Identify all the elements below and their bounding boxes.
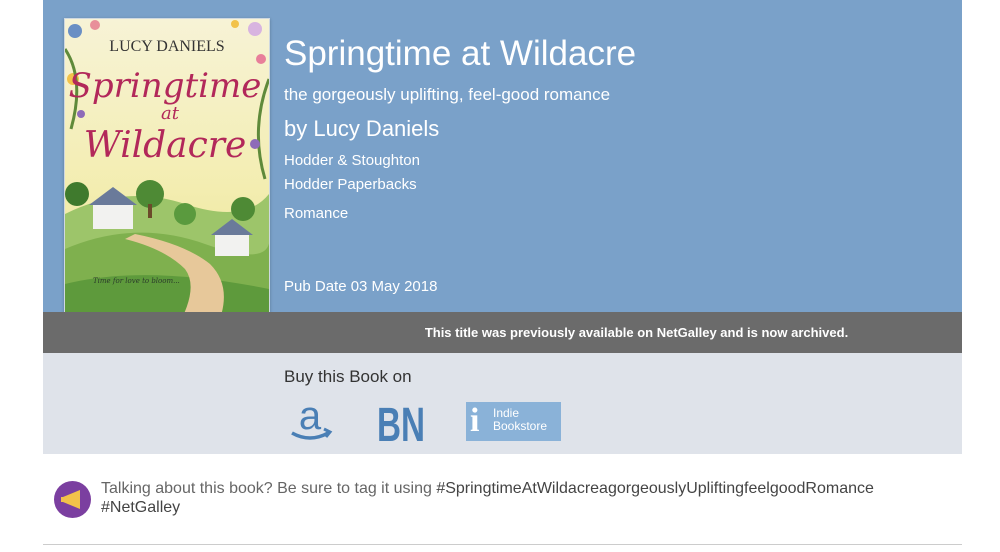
book-author[interactable]: by Lucy Daniels [284,116,439,142]
cover-title-line2: at [161,103,180,124]
amazon-icon: a [291,394,333,440]
megaphone-icon [54,481,91,518]
barnes-noble-store-link[interactable]: BN [376,399,426,452]
book-title: Springtime at Wildacre [284,34,637,73]
book-cover-illustration: LUCY DANIELS Springtime at Wildacre Time… [65,19,269,331]
buy-book-section: Buy this Book on a BN i Indie Bookstore [43,353,962,454]
amazon-store-link[interactable]: a [288,394,336,445]
book-category[interactable]: Romance [284,205,348,222]
indie-bookstore-link[interactable]: i Indie Bookstore [466,402,561,441]
book-cover-image[interactable]: LUCY DANIELS Springtime at Wildacre Time… [64,18,270,332]
archive-notice-text: This title was previously available on N… [424,325,849,340]
indie-bookstore-label: Indie Bookstore [493,407,547,433]
archive-notice-bar: This title was previously available on N… [43,312,962,353]
cover-author-text: LUCY DANIELS [109,38,224,55]
book-pub-date: Pub Date 03 May 2018 [284,278,438,295]
indie-i-icon: i [470,402,480,439]
hashtag-prompt: Talking about this book? Be sure to tag … [101,479,961,517]
book-publisher[interactable]: Hodder & Stoughton [284,152,420,169]
cover-title-line3: Wildacre [84,125,247,166]
cover-title-line1: Springtime [69,66,262,106]
bn-icon: BN [377,399,425,452]
hashtag-book[interactable]: #SpringtimeAtWildacreagorgeouslyUpliftin… [436,480,874,497]
cover-tagline: Time for love to bloom... [93,277,180,285]
hashtag-prompt-text: Talking about this book? Be sure to tag … [101,480,437,497]
book-subtitle: the gorgeously uplifting, feel-good roma… [284,85,611,104]
section-divider [43,544,962,545]
buy-label: Buy this Book on [284,367,412,386]
indie-line2: Bookstore [493,419,548,433]
book-imprint: Hodder Paperbacks [284,176,417,193]
indie-line1: Indie [493,406,520,420]
bn-label: BN [377,399,425,445]
hashtag-netgalley[interactable]: #NetGalley [101,499,180,516]
svg-text:a: a [299,399,322,438]
